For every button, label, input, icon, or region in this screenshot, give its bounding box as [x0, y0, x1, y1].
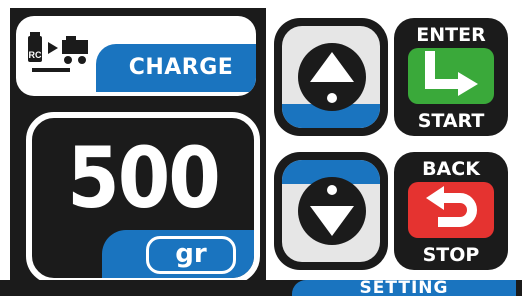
- weight-display: 500 gr: [26, 112, 260, 284]
- back-button[interactable]: BACK STOP: [394, 152, 508, 270]
- svg-text:RC: RC: [29, 50, 42, 60]
- stop-label: STOP: [422, 244, 480, 266]
- weight-unit: gr: [146, 236, 236, 274]
- weight-value: 500: [67, 129, 221, 227]
- control-panel: CHARGE RC 500 gr ENTER START BACK STOP S…: [0, 0, 522, 298]
- down-button[interactable]: [274, 152, 388, 270]
- mode-header: CHARGE RC: [16, 16, 256, 96]
- arrow-up-icon: [294, 32, 370, 126]
- back-arrow-icon: [408, 182, 494, 238]
- up-button[interactable]: [274, 18, 388, 136]
- enter-arrow-icon: [408, 48, 494, 104]
- enter-label: ENTER: [416, 24, 486, 46]
- enter-button[interactable]: ENTER START: [394, 18, 508, 136]
- arrow-down-icon: [294, 166, 370, 260]
- start-label: START: [417, 110, 485, 132]
- back-label: BACK: [422, 158, 480, 180]
- setting-label: SETTING: [359, 278, 449, 298]
- charge-icon: RC: [24, 30, 104, 90]
- mode-label: CHARGE: [128, 55, 234, 80]
